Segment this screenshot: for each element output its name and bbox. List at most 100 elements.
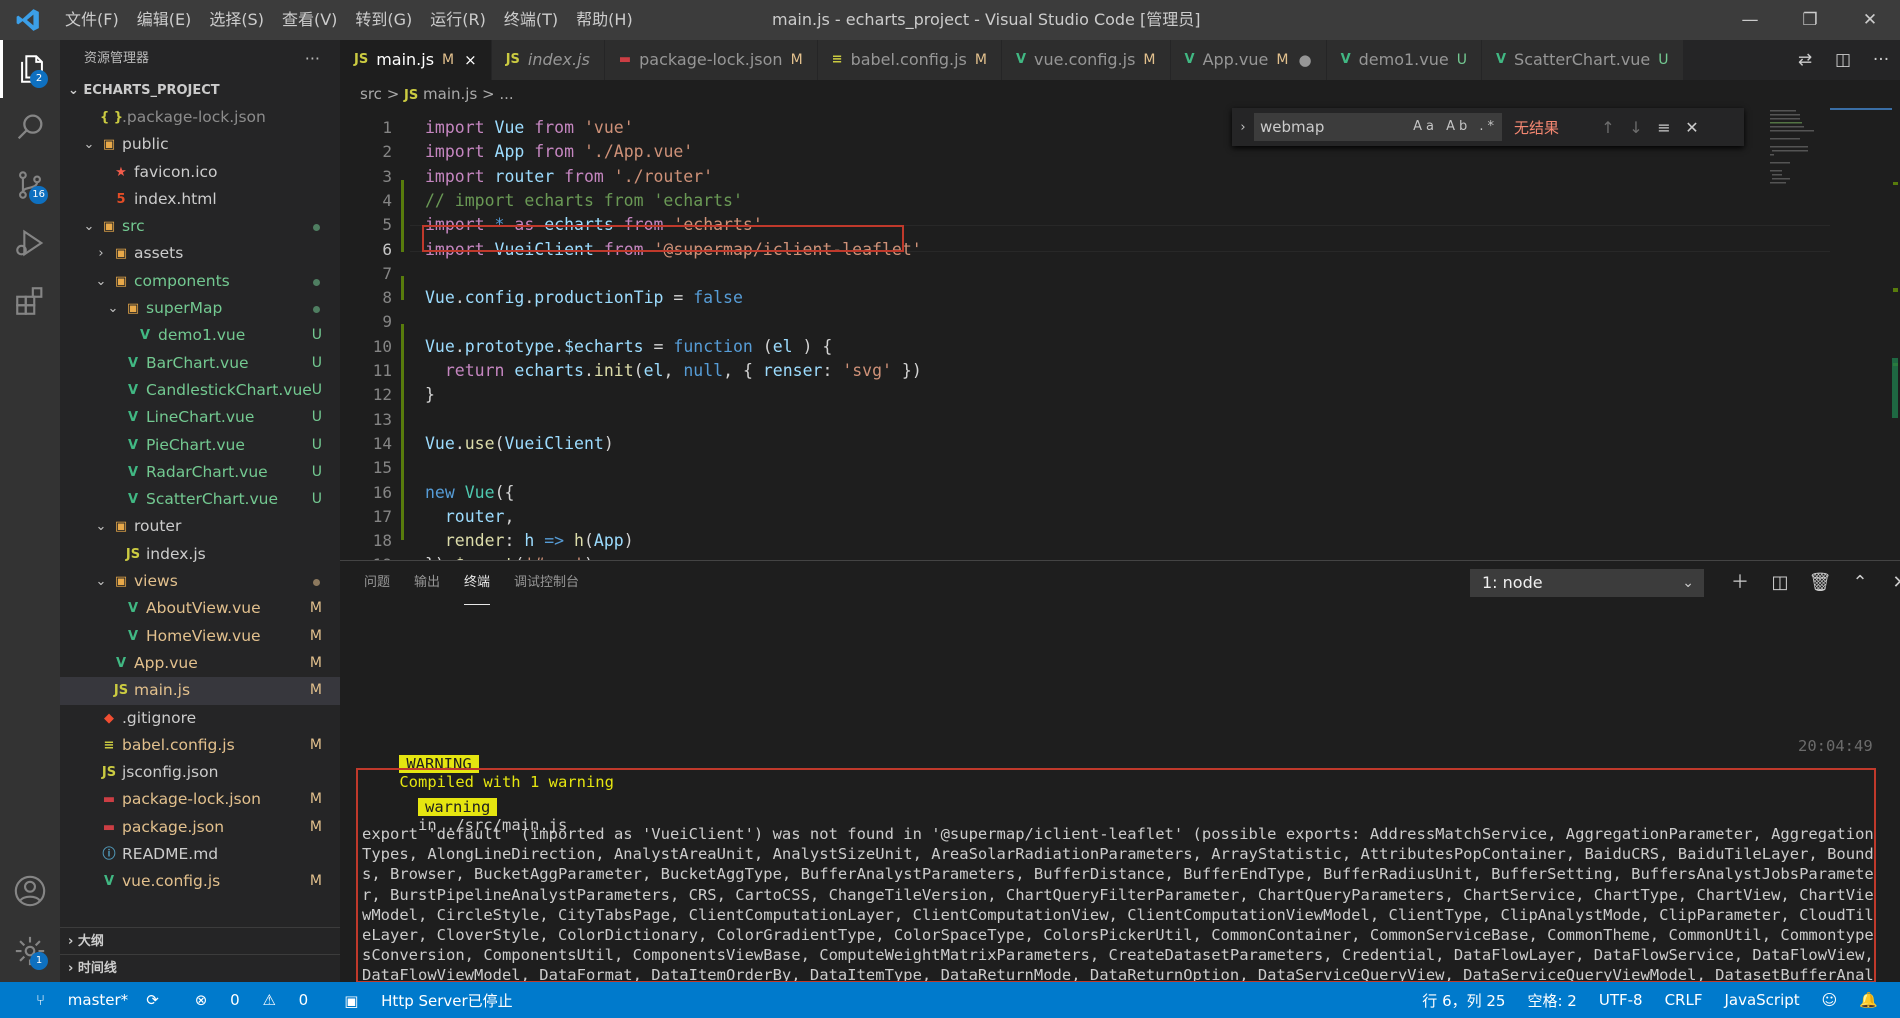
- editor-tab[interactable]: Vvue.config.js M: [1001, 40, 1171, 80]
- code-editor[interactable]: 1 import Vue from 'vue' 2 import App from '…: [340, 108, 1900, 560]
- tree-item[interactable]: V BarChart.vue U: [60, 350, 340, 377]
- tree-item[interactable]: ⌄ ▣ components: [60, 268, 340, 295]
- close-window-icon[interactable]: ✕: [1840, 0, 1900, 40]
- tree-item[interactable]: V PieChart.vue U: [60, 432, 340, 459]
- feedback-icon[interactable]: ☺: [1822, 991, 1838, 1009]
- tree-item[interactable]: ⌄ ▣ public: [60, 131, 340, 158]
- manage-button[interactable]: 1: [0, 922, 60, 980]
- problems-status[interactable]: ⊗ 0 ⚠ 0: [177, 991, 308, 1009]
- find-in-selection-icon[interactable]: ≡: [1650, 118, 1678, 137]
- toggle-replace-icon[interactable]: ›: [1232, 120, 1254, 135]
- tree-item[interactable]: ≡ babel.config.js M: [60, 732, 340, 759]
- compare-icon[interactable]: ⇄: [1786, 50, 1824, 70]
- editor-tab[interactable]: JS index.js: [491, 40, 605, 80]
- code-token: .: [554, 336, 565, 356]
- timeline-section[interactable]: › 时间线: [60, 954, 340, 981]
- tree-item[interactable]: Vdemo1.vue U: [60, 322, 340, 349]
- tree-item[interactable]: JS main.js M: [60, 677, 340, 705]
- tree-item[interactable]: ◆ .gitignore: [60, 705, 340, 732]
- source-control-button[interactable]: 16: [0, 156, 60, 214]
- tree-item[interactable]: ★ favicon.ico: [60, 159, 340, 186]
- breadcrumb-file[interactable]: main.js: [423, 85, 477, 103]
- next-match-icon[interactable]: ↓: [1622, 118, 1650, 137]
- breadcrumb-folder[interactable]: src: [360, 85, 382, 103]
- tree-item[interactable]: V HomeView.vue M: [60, 623, 340, 650]
- editor-tab[interactable]: ≡ babel.config.js M: [817, 40, 1002, 80]
- tree-item[interactable]: V RadarChart.vue U: [60, 459, 340, 486]
- project-folder-header[interactable]: ⌄ ECHARTS_PROJECT: [60, 78, 340, 104]
- tree-item[interactable]: ⓘ README.md: [60, 841, 340, 868]
- panel-tab[interactable]: 问题: [364, 561, 390, 605]
- menu-item[interactable]: 文件(F): [56, 0, 128, 40]
- tree-item[interactable]: ⌄ ▣ views: [60, 568, 340, 595]
- more-actions-icon[interactable]: ···: [305, 40, 320, 78]
- editor-tab[interactable]: V App.vue M ●: [1170, 40, 1327, 80]
- tree-item[interactable]: V CandlestickChart.vue U: [60, 377, 340, 404]
- close-find-icon[interactable]: ✕: [1678, 118, 1706, 137]
- extensions-button[interactable]: [0, 272, 60, 330]
- line-ending[interactable]: CRLF: [1665, 991, 1703, 1009]
- indentation[interactable]: 空格: 2: [1527, 990, 1576, 1011]
- tree-item[interactable]: V App.vue M: [60, 650, 340, 677]
- minimap[interactable]: [1770, 108, 1892, 560]
- notifications-icon[interactable]: 🔔: [1859, 991, 1878, 1009]
- tree-item[interactable]: 5 index.html: [60, 186, 340, 213]
- tree-item[interactable]: ⌄ ▣ router: [60, 513, 340, 540]
- tree-item[interactable]: ▬ package.json M: [60, 814, 340, 841]
- menu-item[interactable]: 查看(V): [273, 0, 346, 40]
- menu-item[interactable]: 编辑(E): [128, 0, 201, 40]
- tree-item[interactable]: ⌄ ▣ src: [60, 213, 340, 240]
- sync-icon[interactable]: ⟳: [146, 991, 159, 1009]
- panel-tab[interactable]: 输出: [414, 561, 440, 605]
- tree-item[interactable]: V ScatterChart.vue U: [60, 486, 340, 513]
- tree-item[interactable]: ⌄ ▣ superMap: [60, 295, 340, 322]
- restore-icon[interactable]: ❐: [1780, 0, 1840, 40]
- cursor-position[interactable]: 行 6，列 25: [1422, 990, 1505, 1011]
- tree-item[interactable]: V LineChart.vue U: [60, 404, 340, 431]
- editor-tab[interactable]: JS main.js M ×: [340, 40, 492, 80]
- editor-tab[interactable]: V ScatterChart.vue U: [1481, 40, 1684, 80]
- tree-item[interactable]: V AboutView.vue M: [60, 595, 340, 622]
- language-mode[interactable]: JavaScript: [1724, 991, 1799, 1009]
- unsaved-dot-icon[interactable]: ●: [1298, 40, 1311, 80]
- editor-scrollbar[interactable]: [1884, 108, 1898, 560]
- tree-item[interactable]: › ▣ assets: [60, 240, 340, 267]
- tree-item[interactable]: JS index.js: [60, 541, 340, 568]
- accounts-button[interactable]: [0, 862, 60, 920]
- panel-tab[interactable]: 调试控制台: [514, 561, 579, 605]
- terminal-selector[interactable]: 1: node ⌄: [1470, 569, 1704, 597]
- tree-item[interactable]: ▬ package-lock.json M: [60, 786, 340, 813]
- menu-item[interactable]: 运行(R): [421, 0, 495, 40]
- new-terminal-icon[interactable]: ＋: [1720, 569, 1760, 597]
- minimize-icon[interactable]: —: [1720, 0, 1780, 40]
- run-debug-button[interactable]: [0, 214, 60, 272]
- previous-match-icon[interactable]: ↑: [1594, 118, 1622, 137]
- menu-item[interactable]: 帮助(H): [567, 0, 642, 40]
- menu-item[interactable]: 转到(G): [346, 0, 421, 40]
- server-status[interactable]: ▣ Http Server已停止: [326, 990, 512, 1011]
- tree-item[interactable]: JS jsconfig.json: [60, 759, 340, 786]
- encoding[interactable]: UTF-8: [1599, 991, 1643, 1009]
- branch-status[interactable]: ⑂ master*: [18, 991, 128, 1009]
- menu-item[interactable]: 选择(S): [200, 0, 273, 40]
- tree-item[interactable]: Vvue.config.js M: [60, 868, 340, 895]
- find-input[interactable]: webmap Aa Ab .*: [1254, 113, 1502, 141]
- split-editor-icon[interactable]: ◫: [1824, 50, 1862, 70]
- panel-tab[interactable]: 终端: [464, 561, 491, 605]
- close-tab-icon[interactable]: ×: [464, 40, 477, 80]
- editor-tab[interactable]: Vdemo1.vue U: [1326, 40, 1482, 80]
- tree-item[interactable]: { } .package-lock.json: [60, 104, 340, 131]
- trash-icon[interactable]: 🗑: [1800, 569, 1840, 597]
- find-options[interactable]: Aa Ab .*: [1413, 113, 1498, 141]
- close-panel-icon[interactable]: ✕: [1880, 569, 1900, 597]
- split-terminal-icon[interactable]: ◫: [1760, 569, 1800, 597]
- outline-section[interactable]: › 大纲: [60, 927, 340, 954]
- chevron-right-icon: ›: [68, 961, 78, 976]
- menu-item[interactable]: 终端(T): [495, 0, 567, 40]
- search-button[interactable]: [0, 98, 60, 156]
- breadcrumb-tail[interactable]: > ...: [482, 85, 514, 103]
- more-icon[interactable]: ···: [1862, 50, 1900, 70]
- editor-tab[interactable]: ▬ package-lock.json M: [604, 40, 818, 80]
- explorer-button[interactable]: 2: [0, 40, 60, 98]
- maximize-panel-icon[interactable]: ⌃: [1840, 569, 1880, 597]
